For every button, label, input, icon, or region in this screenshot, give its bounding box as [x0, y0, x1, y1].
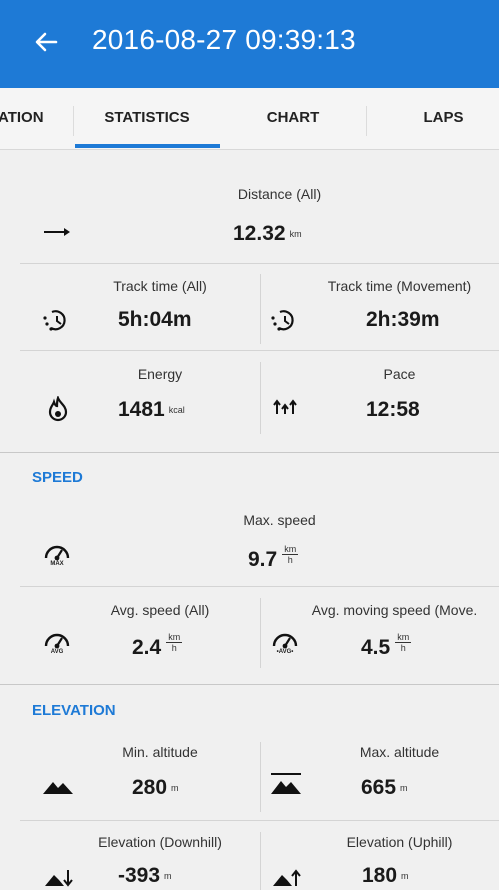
energy-label: Energy [137, 366, 183, 382]
divider [260, 832, 261, 890]
divider [260, 362, 261, 434]
tab-divider [366, 106, 367, 136]
arrow-right-icon [42, 224, 72, 245]
distance-label: Distance (All) [237, 186, 322, 202]
divider [20, 263, 499, 264]
distance-value: 12.32 km [233, 222, 302, 245]
elevation-section-title: ELEVATION [32, 702, 116, 719]
divider [260, 274, 261, 344]
tab-information[interactable]: ATION [0, 88, 66, 150]
pace-label: Pace [383, 366, 416, 382]
max-altitude-value: 665 m [361, 776, 408, 799]
speed-section-title: SPEED [32, 469, 83, 486]
stopwatch-icon [42, 307, 70, 338]
speedometer-max-icon-text: MAX [50, 561, 64, 567]
app-bar: 2016-08-27 09:39:13 [0, 0, 499, 88]
max-speed-label: Max. speed [243, 512, 316, 528]
elevation-uphill-label: Elevation (Uphill) [346, 834, 453, 850]
stopwatch-icon [270, 307, 298, 338]
max-altitude-label: Max. altitude [359, 744, 440, 760]
tab-selected-indicator [75, 144, 220, 148]
speedometer-avg-moving-icon: •AVG• [270, 628, 300, 661]
min-altitude-label: Min. altitude [122, 744, 198, 760]
tab-chart[interactable]: CHART [220, 88, 366, 150]
speedometer-avg-moving-icon-text: •AVG• [276, 649, 294, 655]
avg-speed-label: Avg. speed (All) [110, 602, 210, 618]
energy-value: 1481 kcal [118, 398, 185, 421]
mountain-downhill-icon [44, 866, 74, 890]
avg-moving-speed-value: 4.5 km h [361, 632, 412, 659]
elevation-downhill-label: Elevation (Downhill) [98, 834, 222, 850]
max-speed-value: 9.7 km h [248, 544, 299, 571]
speedometer-max-icon: MAX [42, 540, 72, 573]
pace-value: 12:58 [366, 398, 420, 421]
elevation-downhill-value: -393 m [118, 864, 172, 887]
tab-statistics[interactable]: STATISTICS [74, 88, 220, 150]
track-time-all-value: 5h:04m [118, 308, 192, 331]
avg-moving-speed-label: Avg. moving speed (Move. [311, 602, 478, 618]
pace-icon [272, 396, 298, 423]
tab-laps[interactable]: LAPS [366, 88, 499, 150]
divider [20, 820, 499, 821]
mountain-max-icon [270, 772, 302, 801]
divider [20, 350, 499, 351]
track-time-all-label: Track time (All) [113, 278, 207, 294]
section-divider [0, 452, 499, 453]
divider [260, 742, 261, 812]
tab-divider [73, 106, 74, 136]
speedometer-avg-icon-text: AVG [50, 649, 64, 655]
elevation-uphill-value: 180 m [362, 864, 409, 887]
back-arrow-icon[interactable] [26, 22, 66, 62]
flame-icon [47, 394, 69, 427]
track-time-movement-value: 2h:39m [366, 308, 440, 331]
speedometer-avg-icon: AVG [42, 628, 72, 661]
page-title: 2016-08-27 09:39:13 [92, 24, 356, 55]
track-time-movement-label: Track time (Movement) [327, 278, 472, 294]
mountain-uphill-icon [272, 866, 302, 890]
divider [20, 586, 499, 587]
divider [260, 598, 261, 668]
mountain-min-icon [42, 776, 74, 801]
tab-bar: ATION STATISTICS CHART LAPS [0, 88, 499, 150]
section-divider [0, 684, 499, 685]
min-altitude-value: 280 m [132, 776, 179, 799]
avg-speed-value: 2.4 km h [132, 632, 183, 659]
